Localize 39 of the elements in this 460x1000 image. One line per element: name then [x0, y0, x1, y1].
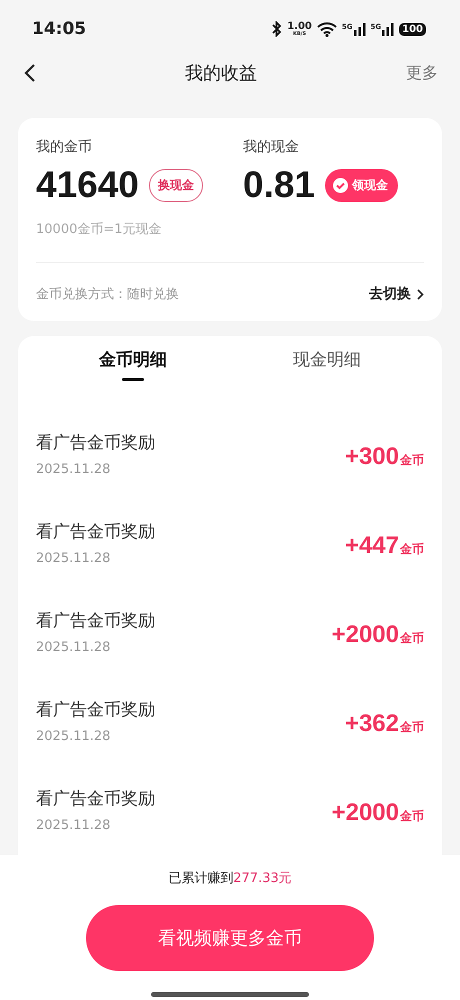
record-title: 看广告金币奖励 — [36, 610, 155, 632]
record-date: 2025.11.28 — [36, 640, 112, 655]
switch-link[interactable]: 去切换 — [369, 285, 424, 303]
back-icon[interactable] — [24, 63, 36, 83]
record-date: 2025.11.28 — [36, 818, 112, 833]
coins-value: 41640 — [36, 164, 139, 206]
withdraw-button[interactable]: 领现金 — [325, 168, 398, 202]
exchange-button[interactable]: 换现金 — [148, 168, 203, 202]
status-time: 14:05 — [32, 19, 86, 39]
record-title: 看广告金币奖励 — [36, 432, 155, 454]
bluetooth-icon — [272, 21, 282, 37]
chevron-icon — [417, 288, 424, 300]
exchange-mode: 金币兑换方式：随时兑换 — [36, 286, 179, 303]
coins-label: 我的金币 — [36, 138, 93, 156]
check-icon — [333, 178, 348, 192]
battery-level: 100 — [399, 22, 426, 36]
record-amount: +362金币 — [344, 710, 424, 738]
record-date: 2025.11.28 — [36, 551, 112, 566]
cash-label: 我的现金 — [243, 138, 300, 156]
signal-icon — [354, 22, 366, 36]
record-date: 2025.11.28 — [36, 729, 112, 744]
record-amount: +300金币 — [344, 443, 424, 471]
record-title: 看广告金币奖励 — [36, 788, 155, 810]
record-amount: +2000金币 — [332, 621, 424, 649]
record-amount: +2000金币 — [332, 799, 424, 827]
tab[interactable]: 现金明细 — [230, 348, 424, 383]
record-title: 看广告金币奖励 — [36, 521, 155, 543]
watch-video-button[interactable]: 看视频赚更多金币 — [86, 905, 374, 971]
record-title: 看广告金币奖励 — [36, 699, 155, 721]
page-title: 我的收益 — [185, 62, 257, 85]
record-date: 2025.11.28 — [36, 462, 112, 477]
signal-icon — [382, 22, 394, 36]
more-link[interactable]: 更多 — [406, 62, 438, 84]
cash-value: 0.81 — [243, 164, 316, 206]
total-earned: 已累计赚到277.33元 — [168, 870, 292, 887]
wifi-icon — [316, 22, 337, 36]
exchange-rate: 10000金币=1元现金 — [36, 221, 163, 238]
tab[interactable]: 金币明细 — [36, 348, 230, 383]
record-amount: +447金币 — [344, 532, 424, 560]
